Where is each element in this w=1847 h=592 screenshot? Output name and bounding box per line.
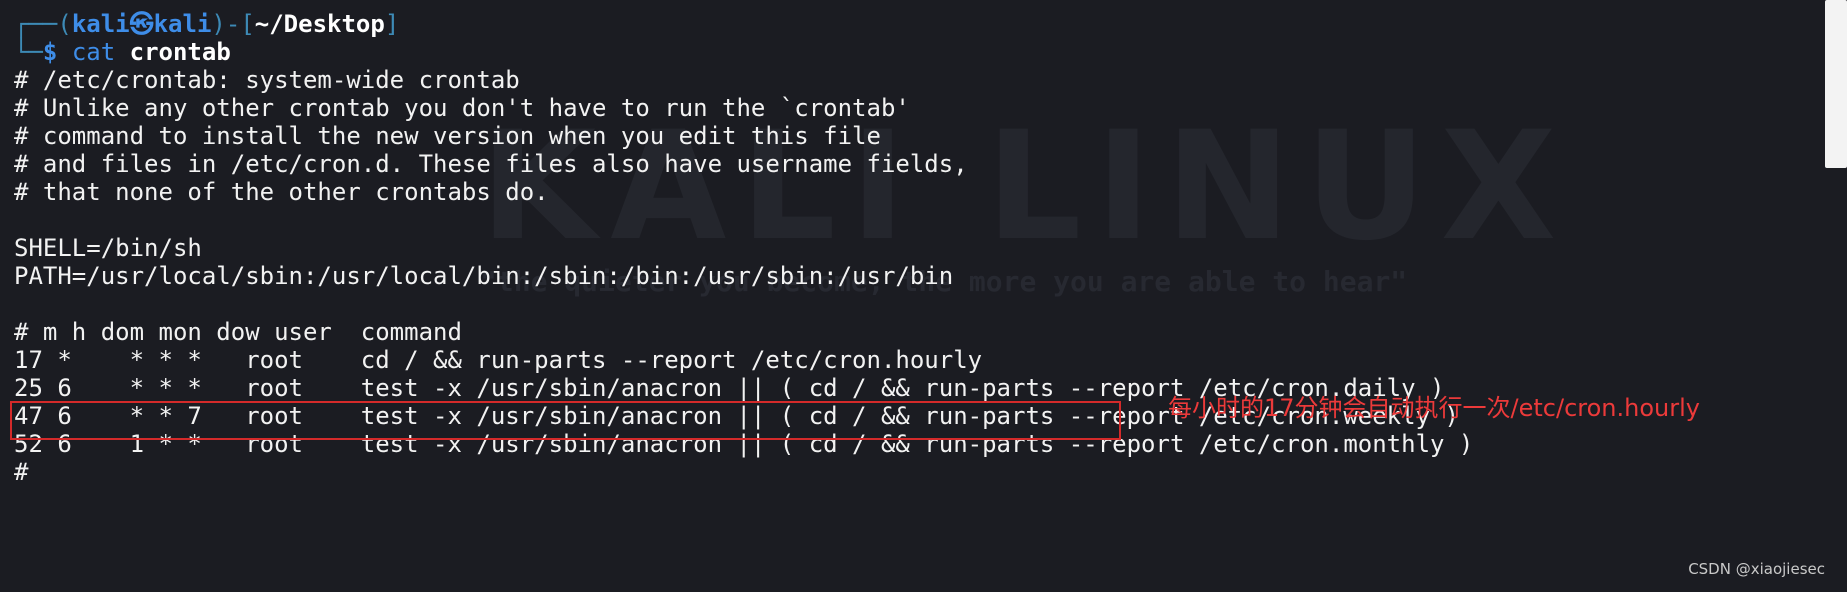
prompt-dollar: $ — [42, 38, 58, 66]
output-line: # that none of the other crontabs do. — [14, 178, 549, 206]
command-argument: crontab — [129, 38, 231, 66]
prompt-open-bracket: [ — [240, 10, 255, 38]
prompt-cwd: ~/Desktop — [254, 10, 385, 38]
kali-at-icon: ㉿ — [129, 10, 154, 38]
prompt-dash: - — [225, 10, 241, 38]
csdn-watermark: CSDN @xiaojiesec — [1688, 560, 1825, 578]
prompt-open-paren: ( — [57, 10, 72, 38]
hourly-annotation: 每小时的17分钟会自动执行一次/etc/cron.hourly — [1168, 394, 1700, 422]
command-name: cat — [71, 38, 116, 66]
prompt-close-bracket: ] — [384, 10, 400, 38]
output-line-path: PATH=/usr/local/sbin:/usr/local/bin:/sbi… — [14, 262, 954, 290]
scrollbar-thumb[interactable] — [1825, 0, 1847, 168]
prompt-hostname: kali — [153, 10, 212, 38]
output-line-end: # — [14, 458, 29, 486]
terminal-window[interactable]: KALI LINUX "the quieter you become, the … — [0, 0, 1847, 592]
prompt-frame-top: ┌── — [14, 10, 58, 38]
prompt-username: kali — [71, 10, 130, 38]
prompt-frame-bottom: └─ — [14, 38, 43, 66]
prompt-close-paren: ) — [211, 10, 226, 38]
hourly-highlight-box — [10, 401, 1121, 440]
